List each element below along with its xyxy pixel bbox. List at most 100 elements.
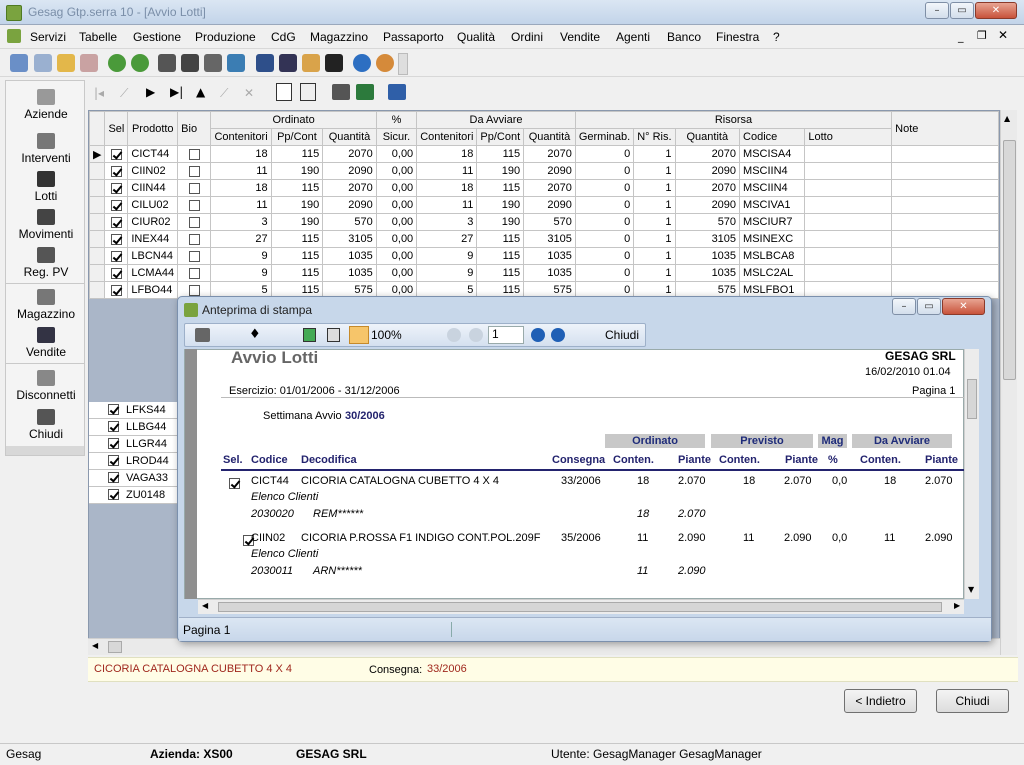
prev-page-icon[interactable] — [469, 328, 483, 342]
close-window-button[interactable]: ✕ — [975, 2, 1017, 19]
cell-note[interactable] — [891, 230, 999, 248]
bio-checkbox[interactable] — [177, 145, 212, 163]
menu-agenti[interactable]: Agenti — [616, 30, 650, 44]
sidebar-item-chiudi[interactable]: Chiudi — [6, 409, 86, 441]
first-record-icon[interactable]: |◂ — [94, 86, 104, 100]
preview-close-button[interactable]: Chiudi — [605, 328, 639, 342]
table-row[interactable]: VAGA33 — [89, 470, 179, 487]
cell-lotto[interactable] — [804, 196, 893, 214]
table-row[interactable]: CIIN44 18 115 2070 0,00 18 115 2070 0 1 2070 MSCIIN… — [88, 179, 999, 197]
table-row[interactable]: ZU0148 — [89, 487, 179, 504]
single-page-icon[interactable] — [303, 328, 316, 342]
sidebar-item-disconnetti[interactable]: Disconnetti — [6, 370, 86, 402]
sidebar-item-movimenti[interactable]: Movimenti — [6, 209, 86, 241]
checklist-icon[interactable] — [276, 83, 292, 101]
sidebar-item-lotti[interactable]: Lotti — [6, 171, 86, 203]
col-note[interactable]: Note — [891, 111, 999, 146]
sel-checkbox[interactable] — [104, 281, 129, 299]
table-row[interactable]: LLGR44 — [89, 436, 179, 453]
find-icon[interactable]: ♦ — [249, 327, 261, 342]
col-ris-quantita[interactable]: Quantità — [674, 128, 741, 146]
home-icon[interactable] — [10, 54, 28, 72]
back-arrow-icon[interactable] — [108, 54, 126, 72]
mdi-restore-icon[interactable]: ❐ — [977, 29, 987, 42]
bio-checkbox[interactable] — [177, 179, 212, 197]
cell-note[interactable] — [891, 145, 999, 163]
sel-checkbox[interactable] — [104, 213, 129, 231]
menu-banco[interactable]: Banco — [667, 30, 701, 44]
documents-icon[interactable] — [302, 54, 320, 72]
menu-servizi[interactable]: Servizi — [30, 30, 66, 44]
zoom-value[interactable]: 100% — [371, 328, 402, 342]
preview-scroll-thumb[interactable] — [967, 379, 977, 419]
scroll-thumb[interactable] — [1003, 140, 1016, 380]
menu-finestra[interactable]: Finestra — [716, 30, 759, 44]
col-lotto[interactable]: Lotto — [804, 128, 893, 146]
scroll-right-icon[interactable]: ▶ — [954, 601, 960, 610]
cell-lotto[interactable] — [804, 213, 893, 231]
table-row[interactable]: CILU02 11 190 2090 0,00 11 190 2090 0 1 2090 MSCIVA… — [88, 196, 999, 214]
col-prodotto[interactable]: Prodotto — [127, 111, 179, 146]
sel-checkbox[interactable] — [108, 472, 119, 483]
sel-checkbox[interactable] — [104, 264, 129, 282]
scroll-left-icon[interactable]: ◀ — [202, 601, 208, 610]
table-row[interactable]: LLBG44 — [89, 419, 179, 436]
close-button[interactable]: Chiudi — [936, 689, 1009, 713]
cell-lotto[interactable] — [804, 179, 893, 197]
table-row[interactable]: CIUR02 3 190 570 0,00 3 190 570 0 1 570 MSCIUR7 — [88, 213, 999, 231]
sidebar-scroll[interactable] — [6, 446, 84, 455]
sel-checkbox[interactable] — [104, 230, 129, 248]
col-germinab[interactable]: Germinab. — [574, 128, 635, 146]
bio-checkbox[interactable] — [177, 247, 212, 265]
refresh-icon[interactable] — [227, 54, 245, 72]
preview-vertical-scrollbar[interactable]: ▼ — [964, 349, 979, 599]
maximize-button[interactable]: ▭ — [950, 2, 974, 19]
forward-arrow-icon[interactable] — [131, 54, 149, 72]
col-sicur[interactable]: Sicur. — [375, 128, 418, 146]
printer-icon[interactable] — [332, 84, 350, 100]
scroll-left-icon[interactable]: ◀ — [92, 641, 98, 650]
table-row[interactable]: LCMA44 9 115 1035 0,00 9 115 1035 0 1 1035 MSLC2AL — [88, 264, 999, 282]
dialog-minimize-button[interactable]: – — [892, 298, 916, 315]
scroll-up-icon[interactable]: ▲ — [1004, 114, 1010, 123]
tag-icon[interactable] — [80, 54, 98, 72]
save-icon[interactable] — [388, 84, 406, 100]
scroll-down-icon[interactable]: ▼ — [968, 585, 974, 594]
col-da-quantita[interactable]: Quantità — [523, 128, 576, 146]
menu-qualita[interactable]: Qualità — [457, 30, 495, 44]
table-row[interactable]: INEX44 27 115 3105 0,00 27 115 3105 0 1 3105 MSINEX… — [88, 230, 999, 248]
table-row[interactable]: LFKS44 — [89, 402, 179, 419]
table-row[interactable]: CIIN02 11 190 2090 0,00 11 190 2090 0 1 2090 MSCIIN… — [88, 162, 999, 180]
print-icon[interactable] — [181, 54, 199, 72]
folder-icon[interactable] — [57, 54, 75, 72]
last-page-icon[interactable] — [551, 328, 565, 342]
sidebar-item-reg-pv[interactable]: Reg. PV — [6, 247, 86, 279]
cell-note[interactable] — [891, 162, 999, 180]
menu-passaporto[interactable]: Passaporto — [383, 30, 444, 44]
sidebar-item-vendite[interactable]: Vendite — [6, 327, 86, 359]
chart-icon[interactable] — [279, 54, 297, 72]
menu-gestione[interactable]: Gestione — [133, 30, 181, 44]
sel-checkbox[interactable] — [108, 489, 119, 500]
menu-magazzino[interactable]: Magazzino — [310, 30, 368, 44]
sidebar-item-aziende[interactable]: Aziende — [6, 89, 86, 121]
toolbar-overflow-icon[interactable] — [398, 53, 408, 75]
cell-note[interactable] — [891, 247, 999, 265]
cell-lotto[interactable] — [804, 230, 893, 248]
mdi-minimize-icon[interactable]: _ — [958, 30, 964, 43]
sel-checkbox[interactable] — [104, 145, 129, 163]
cell-lotto[interactable] — [804, 264, 893, 282]
cell-lotto[interactable] — [804, 145, 893, 163]
col-da-contenitori[interactable]: Contenitori — [416, 128, 478, 146]
table-row[interactable]: LBCN44 9 115 1035 0,00 9 115 1035 0 1 1035 MSLBCA8 — [88, 247, 999, 265]
menu-produzione[interactable]: Produzione — [195, 30, 256, 44]
settings-icon[interactable] — [158, 54, 176, 72]
next-record-icon[interactable]: ▶ — [146, 85, 155, 99]
table-row[interactable]: LROD44 — [89, 453, 179, 470]
menu-vendite[interactable]: Vendite — [560, 30, 600, 44]
sel-checkbox[interactable] — [108, 421, 119, 432]
menu-cdg[interactable]: CdG — [271, 30, 296, 44]
sel-checkbox[interactable] — [108, 455, 119, 466]
insert-record-icon[interactable]: ▲ — [196, 85, 205, 99]
preview-hscroll-thumb[interactable] — [218, 602, 942, 612]
